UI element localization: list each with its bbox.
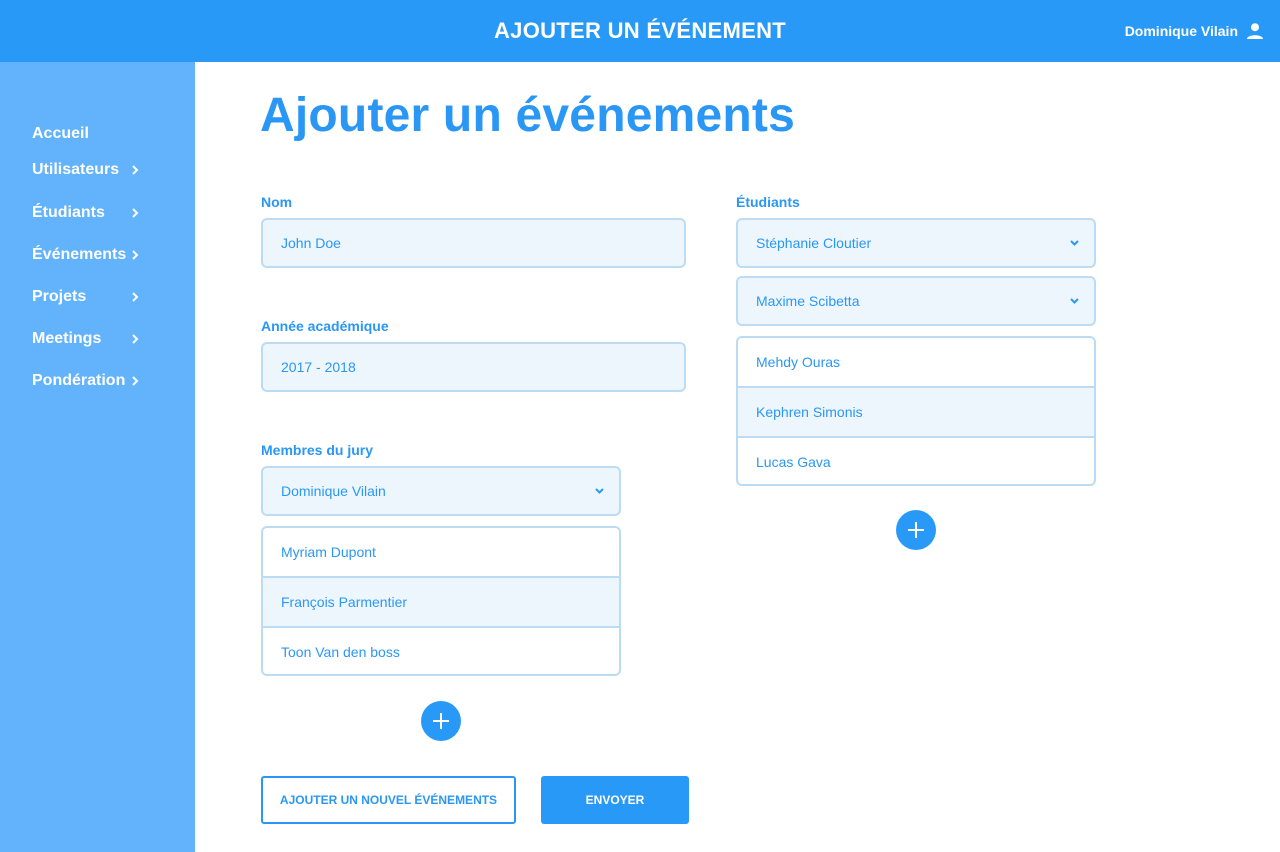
jury-select-value: Dominique Vilain (281, 483, 386, 499)
etudiants-label: Étudiants (736, 194, 800, 210)
add-new-event-button[interactable]: AJOUTER UN NOUVEL ÉVÉNEMENTS (261, 776, 516, 824)
chevron-down-icon (1070, 240, 1079, 246)
jury-select[interactable]: Dominique Vilain (261, 466, 621, 516)
etudiant-select-value: Maxime Scibetta (756, 293, 860, 309)
list-item[interactable]: Kephren Simonis (738, 388, 1094, 438)
list-item[interactable]: Lucas Gava (738, 438, 1094, 484)
user-menu[interactable]: Dominique Vilain (1125, 20, 1264, 42)
jury-label: Membres du jury (261, 442, 374, 458)
etudiant-select-value: Stéphanie Cloutier (756, 235, 872, 251)
chevron-right-icon (132, 208, 139, 218)
add-etudiant-button[interactable] (896, 510, 936, 550)
etudiant-select-2[interactable]: Maxime Scibetta (736, 276, 1096, 326)
sidebar-item-accueil[interactable]: Accueil (32, 123, 89, 145)
chevron-right-icon (132, 292, 139, 302)
nom-label: Nom (261, 194, 293, 210)
sidebar-item-evenements[interactable]: Événements (32, 244, 139, 266)
sidebar-item-projets[interactable]: Projets (32, 286, 139, 308)
submit-button[interactable]: ENVOYER (541, 776, 689, 824)
chevron-right-icon (132, 334, 139, 344)
sidebar-item-utilisateurs[interactable]: Utilisateurs (32, 159, 139, 181)
sidebar-item-label: Pondération (32, 372, 126, 389)
sidebar-item-meetings[interactable]: Meetings (32, 328, 139, 350)
chevron-right-icon (132, 376, 139, 386)
sidebar-item-ponderation[interactable]: Pondération (32, 370, 139, 392)
user-name: Dominique Vilain (1124, 23, 1238, 39)
sidebar-item-label: Utilisateurs (32, 161, 120, 178)
chevron-down-icon (595, 488, 604, 494)
nom-input[interactable]: John Doe (261, 218, 686, 268)
list-item[interactable]: Myriam Dupont (263, 528, 619, 578)
chevron-down-icon (1070, 298, 1079, 304)
annee-input[interactable]: 2017 - 2018 (261, 342, 686, 392)
chevron-right-icon (132, 250, 139, 260)
user-icon (1247, 23, 1263, 39)
plus-icon (433, 713, 449, 729)
etudiant-select-1[interactable]: Stéphanie Cloutier (736, 218, 1096, 268)
list-item[interactable]: Mehdy Ouras (738, 338, 1094, 388)
etudiants-list: Mehdy Ouras Kephren Simonis Lucas Gava (736, 336, 1096, 486)
sidebar-item-label: Événements (32, 246, 127, 263)
sidebar-item-label: Accueil (32, 125, 89, 142)
sidebar-item-label: Étudiants (32, 204, 105, 221)
sidebar: Accueil Utilisateurs Étudiants Événement… (0, 62, 195, 852)
sidebar-item-label: Projets (32, 288, 87, 305)
sidebar-item-label: Meetings (32, 330, 102, 347)
chevron-right-icon (132, 165, 139, 175)
list-item[interactable]: Toon Van den boss (263, 628, 619, 674)
page-title: Ajouter un événements (260, 89, 795, 142)
plus-icon (908, 522, 924, 538)
list-item[interactable]: François Parmentier (263, 578, 619, 628)
top-bar: AJOUTER UN ÉVÉNEMENT Dominique Vilain (0, 0, 1280, 62)
header-title: AJOUTER UN ÉVÉNEMENT (493, 18, 787, 43)
sidebar-item-etudiants[interactable]: Étudiants (32, 202, 139, 224)
jury-list: Myriam Dupont François Parmentier Toon V… (261, 526, 621, 676)
annee-label: Année académique (261, 318, 389, 334)
add-jury-button[interactable] (421, 701, 461, 741)
